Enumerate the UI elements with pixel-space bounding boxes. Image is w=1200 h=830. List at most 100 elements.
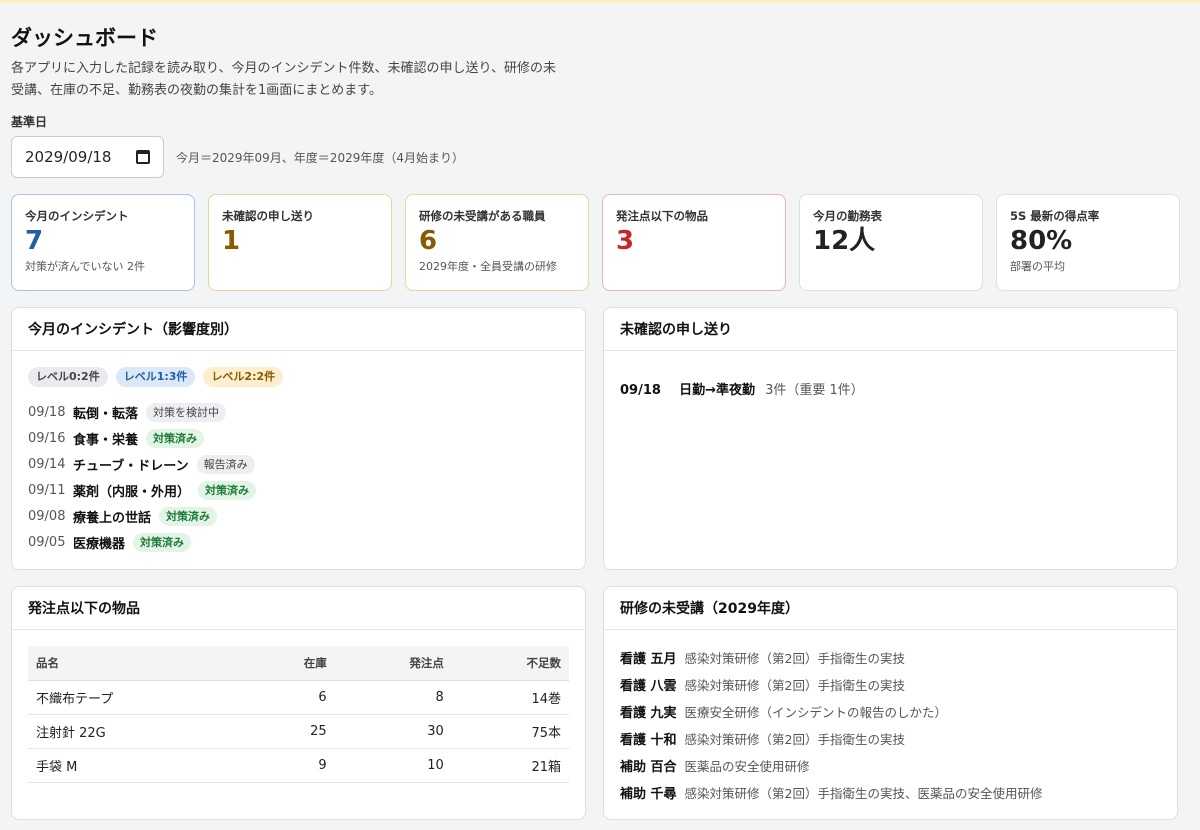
missing-courses: 医療安全研修（インシデントの報告のしかた） [684,705,948,720]
stock-table: 品名 在庫 発注点 不足数 不織布テープ 6 8 14巻 注射針 22G 25 … [28,646,569,783]
base-date-row: 2029/09/18 今月＝2029年09月、年度＝2029年度（4月始まり） [11,136,1189,178]
level-pill: レベル2:2件 [203,367,284,387]
table-cell: 手袋 M [28,748,245,783]
incident-category: 医療機器 [73,536,126,552]
status-badge: 対策済み [198,480,257,500]
staff-name: 看護 十和 [620,733,677,748]
table-cell: 9 [244,748,335,783]
list-item[interactable]: 09/08 療養上の世話 対策済み [28,503,569,529]
incident-category: チューブ・ドレーン [73,458,189,474]
kpi-label: 未確認の申し送り [222,209,314,223]
kpi-value: 7 [25,226,44,256]
kpi-5s-score[interactable]: 5S 最新の得点率 80% 部署の平均 [996,194,1180,291]
table-cell: 75本 [451,714,569,749]
list-item[interactable]: 補助 千尋 感染対策研修（第2回）手指衛生の実技、医薬品の安全使用研修 [620,779,1161,806]
base-date-value: 2029/09/18 [25,148,112,166]
kpi-value: 80% [1010,226,1073,256]
kpi-sub: 2029年度・全員受講の研修 [419,260,557,273]
incidents-panel: 今月のインシデント（影響度別） レベル0:2件 レベル1:3件 レベル2:2件 … [11,307,586,570]
staff-name: 補助 百合 [620,760,677,775]
panel-title: 発注点以下の物品 [12,587,585,630]
dashboard-page: ダッシュボード 各アプリに入力した記録を読み取り、今月のインシデント件数、未確認… [11,24,1189,820]
stock-panel: 発注点以下の物品 品名 在庫 発注点 不足数 不織布テープ 6 8 14巻 注射… [11,586,586,820]
list-item[interactable]: 補助 百合 医薬品の安全使用研修 [620,752,1161,779]
table-row[interactable]: 不織布テープ 6 8 14巻 [28,680,569,715]
level-pills: レベル0:2件 レベル1:3件 レベル2:2件 [28,367,569,387]
base-date-input[interactable]: 2029/09/18 [11,136,164,178]
list-item[interactable]: 看護 九実 医療安全研修（インシデントの報告のしかた） [620,698,1161,725]
incident-category: 転倒・転落 [73,406,139,422]
kpi-row: 今月のインシデント 7 対策が済んでいない 2件 未確認の申し送り 1 研修の未… [11,194,1189,291]
list-item[interactable]: 09/16 食事・栄養 対策済み [28,425,569,451]
table-cell: 10 [334,748,452,783]
column-header: 在庫 [244,646,335,681]
incident-category: 食事・栄養 [73,432,139,448]
table-cell: 14巻 [451,680,569,715]
kpi-label: 研修の未受講がある職員 [419,209,546,223]
kpi-handover[interactable]: 未確認の申し送り 1 [208,194,392,291]
staff-name: 看護 五月 [620,652,677,667]
table-header-row: 品名 在庫 発注点 不足数 [28,646,569,681]
kpi-label: 5S 最新の得点率 [1010,209,1100,223]
kpi-label: 今月の勤務表 [813,209,882,223]
column-header: 発注点 [334,646,452,681]
kpi-value: 6 [419,226,438,256]
kpi-value: 1 [222,226,241,256]
status-badge: 対策を検討中 [146,402,227,422]
kpi-value: 12人 [813,226,876,256]
status-badge: 対策済み [133,532,192,552]
kpi-stock[interactable]: 発注点以下の物品 3 [602,194,786,291]
level-pill: レベル1:3件 [115,367,196,387]
staff-name: 補助 千尋 [620,787,677,802]
staff-name: 看護 九実 [620,706,677,721]
incident-date: 09/14 [28,456,66,472]
kpi-sub: 対策が済んでいない 2件 [25,260,145,273]
table-cell: 21箱 [451,748,569,783]
incident-category: 療養上の世話 [73,510,152,526]
panel-grid: 今月のインシデント（影響度別） レベル0:2件 レベル1:3件 レベル2:2件 … [11,307,1189,820]
list-item[interactable]: 09/18 日勤→準夜勤 3件（重要 1件） [620,379,1161,398]
table-row[interactable]: 注射針 22G 25 30 75本 [28,714,569,749]
list-item[interactable]: 看護 十和 感染対策研修（第2回）手指衛生の実技 [620,725,1161,752]
period-note: 今月＝2029年09月、年度＝2029年度（4月始まり） [176,150,464,165]
list-item[interactable]: 09/18 転倒・転落 対策を検討中 [28,399,569,425]
panel-title: 今月のインシデント（影響度別） [12,308,585,351]
panel-title: 研修の未受講（2029年度） [604,587,1177,630]
list-item[interactable]: 看護 五月 感染対策研修（第2回）手指衛生の実技 [620,644,1161,671]
status-badge: 対策済み [159,506,218,526]
missing-courses: 感染対策研修（第2回）手指衛生の実技 [684,678,905,693]
table-cell: 6 [244,680,335,715]
missing-courses: 感染対策研修（第2回）手指衛生の実技、医薬品の安全使用研修 [684,786,1043,801]
top-accent-line [0,0,1200,3]
table-row[interactable]: 手袋 M 9 10 21箱 [28,748,569,783]
kpi-roster[interactable]: 今月の勤務表 12人 [799,194,983,291]
list-item[interactable]: 09/05 医療機器 対策済み [28,529,569,555]
training-panel: 研修の未受講（2029年度） 看護 五月 感染対策研修（第2回）手指衛生の実技 … [603,586,1178,820]
calendar-icon[interactable] [136,150,150,164]
column-header: 品名 [28,646,245,681]
kpi-value: 3 [616,226,635,256]
kpi-sub: 部署の平均 [1010,260,1065,273]
list-item[interactable]: 09/11 薬剤（内服・外用） 対策済み [28,477,569,503]
kpi-incidents[interactable]: 今月のインシデント 7 対策が済んでいない 2件 [11,194,195,291]
level-pill: レベル0:2件 [28,367,108,387]
list-item[interactable]: 09/14 チューブ・ドレーン 報告済み [28,451,569,477]
handover-count: 3件（重要 1件） [765,383,864,398]
page-description: 各アプリに入力した記録を読み取り、今月のインシデント件数、未確認の申し送り、研修… [11,61,556,98]
handover-shift: 日勤→準夜勤 [679,383,755,398]
incident-date: 09/11 [28,482,66,498]
table-cell: 30 [334,714,452,749]
status-badge: 対策済み [146,428,205,448]
incident-date: 09/08 [28,508,66,524]
table-cell: 8 [334,680,452,715]
status-badge: 報告済み [196,454,255,474]
handover-panel: 未確認の申し送り 09/18 日勤→準夜勤 3件（重要 1件） [603,307,1178,570]
kpi-training[interactable]: 研修の未受講がある職員 6 2029年度・全員受講の研修 [405,194,589,291]
base-date-label: 基準日 [11,115,48,129]
handover-date: 09/18 [620,383,661,398]
incident-date: 09/05 [28,534,66,550]
missing-courses: 感染対策研修（第2回）手指衛生の実技 [684,732,905,747]
list-item[interactable]: 看護 八雲 感染対策研修（第2回）手指衛生の実技 [620,671,1161,698]
kpi-label: 発注点以下の物品 [616,209,708,223]
incident-date: 09/18 [28,404,66,420]
